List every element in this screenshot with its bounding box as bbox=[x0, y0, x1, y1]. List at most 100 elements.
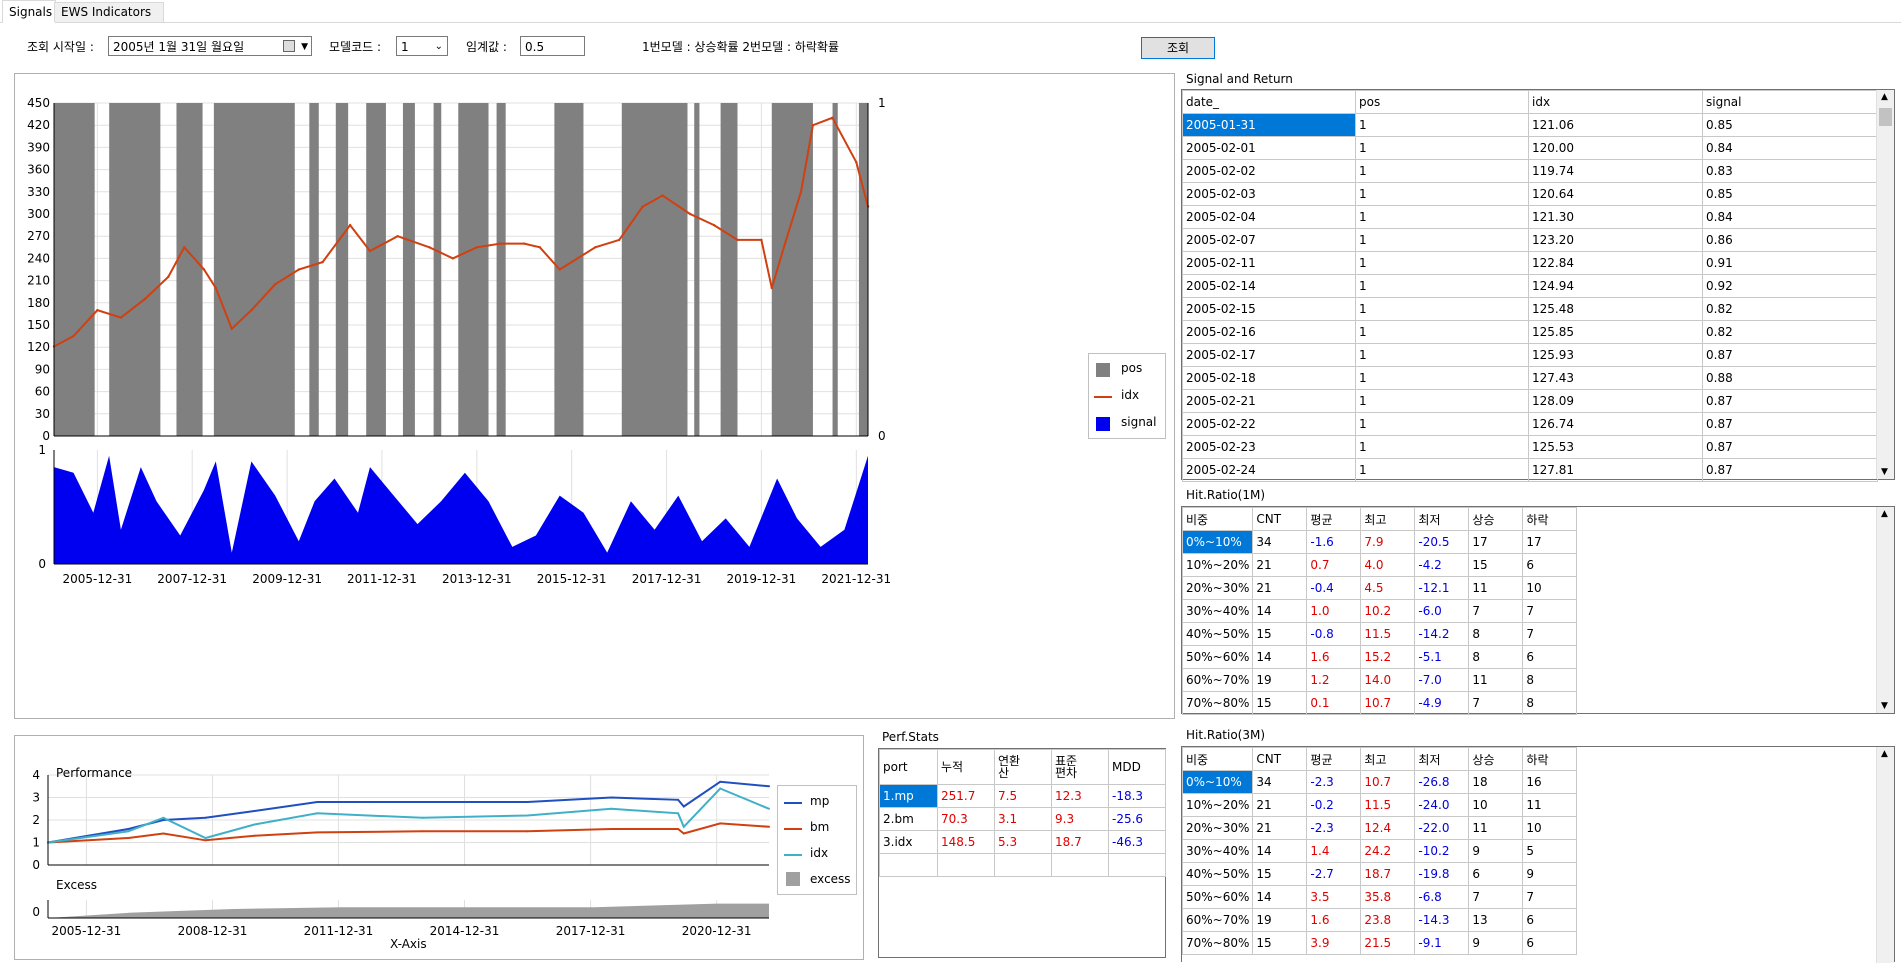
table-cell[interactable]: -7.0 bbox=[1414, 668, 1470, 692]
table-cell[interactable]: 122.84 bbox=[1528, 251, 1703, 275]
table-cell[interactable]: 14 bbox=[1252, 645, 1308, 669]
table-cell[interactable]: 119.74 bbox=[1528, 159, 1703, 183]
table-cell[interactable]: -19.8 bbox=[1414, 862, 1470, 886]
table-cell[interactable]: 30%~40% bbox=[1181, 839, 1254, 863]
table-cell[interactable]: 2005-02-24 bbox=[1182, 458, 1356, 482]
table-row-empty[interactable] bbox=[879, 853, 1166, 877]
scroll-down-icon[interactable]: ▼ bbox=[1881, 701, 1888, 711]
table-cell[interactable]: 4.0 bbox=[1360, 553, 1416, 577]
table-row[interactable]: 2005-02-15 1 125.48 0.82 bbox=[1182, 297, 1878, 321]
column-header[interactable]: 평균 bbox=[1306, 507, 1362, 531]
table-cell[interactable]: -14.3 bbox=[1414, 908, 1470, 932]
table-cell[interactable]: 2005-02-16 bbox=[1182, 320, 1356, 344]
table-cell[interactable]: 125.48 bbox=[1528, 297, 1703, 321]
table-cell[interactable]: 5 bbox=[1522, 839, 1578, 863]
table-cell[interactable]: 2005-02-11 bbox=[1182, 251, 1356, 275]
table-cell[interactable]: 19 bbox=[1252, 908, 1308, 932]
table-cell[interactable]: 120.64 bbox=[1528, 182, 1703, 206]
table-cell[interactable]: 1 bbox=[1355, 113, 1529, 137]
table-cell[interactable]: 2005-02-18 bbox=[1182, 366, 1356, 390]
table-cell[interactable]: 1 bbox=[1355, 159, 1529, 183]
table-cell[interactable]: 1 bbox=[1355, 228, 1529, 252]
table-cell[interactable]: 24.2 bbox=[1360, 839, 1416, 863]
table-cell[interactable]: -5.1 bbox=[1414, 645, 1470, 669]
hit3m-scrollbar[interactable]: ▲ bbox=[1876, 747, 1894, 963]
table-cell[interactable]: 7 bbox=[1468, 885, 1524, 909]
table-cell[interactable]: 15 bbox=[1252, 862, 1308, 886]
table-cell[interactable]: 14 bbox=[1252, 885, 1308, 909]
table-cell[interactable]: 9 bbox=[1468, 839, 1524, 863]
table-cell[interactable]: 1.0 bbox=[1306, 599, 1362, 623]
table-cell[interactable]: 50%~60% bbox=[1181, 885, 1254, 909]
table-cell[interactable]: 8 bbox=[1468, 645, 1524, 669]
table-cell[interactable]: 6 bbox=[1468, 862, 1524, 886]
table-cell[interactable]: 6 bbox=[1522, 908, 1578, 932]
table-cell[interactable]: 0%~10% bbox=[1181, 530, 1254, 554]
table-cell[interactable]: 1.6 bbox=[1306, 645, 1362, 669]
table-cell[interactable]: 2005-02-17 bbox=[1182, 343, 1356, 367]
table-cell[interactable]: 6 bbox=[1522, 931, 1578, 955]
threshold-input[interactable]: 0.5 bbox=[520, 36, 585, 56]
table-cell[interactable]: 40%~50% bbox=[1181, 862, 1254, 886]
table-cell[interactable]: 0.87 bbox=[1702, 435, 1878, 459]
table-cell[interactable]: -14.2 bbox=[1414, 622, 1470, 646]
table-cell[interactable]: 0.82 bbox=[1702, 320, 1878, 344]
table-cell[interactable]: 1 bbox=[1355, 136, 1529, 160]
table-cell[interactable] bbox=[1051, 853, 1109, 877]
column-header[interactable]: 최고 bbox=[1360, 507, 1416, 531]
table-cell[interactable]: 70.3 bbox=[937, 807, 995, 831]
table-row[interactable]: 2005-02-07 1 123.20 0.86 bbox=[1182, 228, 1878, 252]
table-cell[interactable]: -2.3 bbox=[1306, 770, 1362, 794]
column-header[interactable]: 표준 편차 bbox=[1051, 749, 1109, 785]
table-cell[interactable]: 14.0 bbox=[1360, 668, 1416, 692]
table-cell[interactable]: 7 bbox=[1522, 885, 1578, 909]
table-cell[interactable]: 125.93 bbox=[1528, 343, 1703, 367]
table-row[interactable]: 2005-02-22 1 126.74 0.87 bbox=[1182, 412, 1878, 436]
table-cell[interactable]: 6 bbox=[1522, 553, 1578, 577]
table-cell[interactable]: 10.2 bbox=[1360, 599, 1416, 623]
signal-table-scrollbar[interactable]: ▲ ▼ bbox=[1876, 90, 1894, 479]
table-cell[interactable]: 8 bbox=[1468, 622, 1524, 646]
table-cell[interactable]: 1.2 bbox=[1306, 668, 1362, 692]
column-header[interactable]: 하락 bbox=[1522, 507, 1578, 531]
table-row[interactable]: 2005-01-31 1 121.06 0.85 bbox=[1182, 113, 1878, 137]
column-header[interactable]: date_ bbox=[1182, 90, 1356, 114]
table-cell[interactable]: 0.91 bbox=[1702, 251, 1878, 275]
table-row[interactable]: 60%~70% 19 1.2 14.0 -7.0 11 8 bbox=[1181, 668, 1578, 692]
column-header[interactable]: pos bbox=[1355, 90, 1529, 114]
column-header[interactable]: 누적 bbox=[937, 749, 995, 785]
table-cell[interactable]: 18.7 bbox=[1051, 830, 1109, 854]
table-cell[interactable]: 0.87 bbox=[1702, 412, 1878, 436]
scroll-up-icon[interactable]: ▲ bbox=[1881, 509, 1888, 519]
table-cell[interactable]: 21 bbox=[1252, 793, 1308, 817]
table-cell[interactable]: 0.87 bbox=[1702, 458, 1878, 482]
table-cell[interactable]: 10.7 bbox=[1360, 770, 1416, 794]
table-cell[interactable]: 1.4 bbox=[1306, 839, 1362, 863]
table-cell[interactable]: 0.83 bbox=[1702, 159, 1878, 183]
table-row[interactable]: 2005-02-17 1 125.93 0.87 bbox=[1182, 343, 1878, 367]
column-header[interactable]: idx bbox=[1528, 90, 1703, 114]
table-cell[interactable]: 1.mp bbox=[879, 784, 938, 808]
table-row[interactable]: 2005-02-23 1 125.53 0.87 bbox=[1182, 435, 1878, 459]
table-cell[interactable]: 10.7 bbox=[1360, 691, 1416, 715]
table-cell[interactable]: -0.8 bbox=[1306, 622, 1362, 646]
table-cell[interactable]: 1 bbox=[1355, 458, 1529, 482]
table-cell[interactable]: -1.6 bbox=[1306, 530, 1362, 554]
table-cell[interactable]: 1 bbox=[1355, 320, 1529, 344]
table-cell[interactable]: 10 bbox=[1468, 793, 1524, 817]
table-cell[interactable]: 3.idx bbox=[879, 830, 938, 854]
table-cell[interactable]: 11 bbox=[1468, 668, 1524, 692]
scroll-thumb[interactable] bbox=[1879, 108, 1892, 126]
table-row[interactable]: 2005-02-02 1 119.74 0.83 bbox=[1182, 159, 1878, 183]
column-header[interactable]: 상승 bbox=[1468, 507, 1524, 531]
table-row[interactable]: 60%~70% 19 1.6 23.8 -14.3 13 6 bbox=[1181, 908, 1578, 932]
table-row[interactable]: 2005-02-11 1 122.84 0.91 bbox=[1182, 251, 1878, 275]
table-cell[interactable]: 23.8 bbox=[1360, 908, 1416, 932]
table-cell[interactable]: 1 bbox=[1355, 435, 1529, 459]
table-cell[interactable]: 120.00 bbox=[1528, 136, 1703, 160]
table-cell[interactable]: 7 bbox=[1522, 622, 1578, 646]
table-cell[interactable]: 14 bbox=[1252, 599, 1308, 623]
table-row[interactable]: 30%~40% 14 1.0 10.2 -6.0 7 7 bbox=[1181, 599, 1578, 623]
table-cell[interactable]: 18.7 bbox=[1360, 862, 1416, 886]
table-cell[interactable]: 21 bbox=[1252, 576, 1308, 600]
